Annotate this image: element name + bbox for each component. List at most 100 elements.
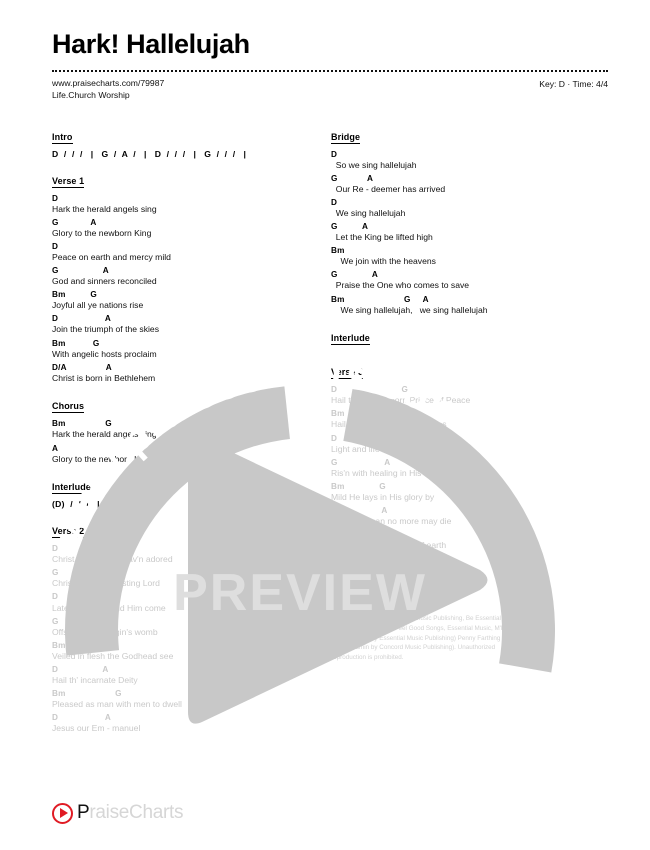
section-interlude: Interlude (331, 328, 608, 350)
section-verse-2: Verse 2 D Christ by highest heav'n adored G… (52, 521, 329, 735)
chord-line: Bm (331, 246, 345, 256)
song-url: www.praisecharts.com/79987 (52, 77, 165, 88)
lyric-line: Glory to the newborn King (52, 453, 152, 464)
chord-line: D (52, 544, 59, 554)
chord-line: Bm G (331, 481, 386, 491)
lyric-line: Our Re - deemer has arrived (331, 183, 446, 194)
copyright-notice: © Be Essential Songs, Bethel Music Publi… (331, 615, 542, 662)
chord-line: G A (331, 457, 391, 467)
chord-line: D (331, 197, 338, 207)
header-divider (52, 69, 608, 72)
chord-line: A (52, 443, 59, 453)
chord-line: Bm G A (331, 294, 429, 304)
section-heading: Bridge (331, 131, 361, 144)
chord-line: G A (331, 270, 379, 280)
section-heading: Verse 1 (52, 175, 85, 188)
lyric-line: Praise the One who comes to save (331, 280, 470, 291)
chord-line: D (52, 241, 59, 251)
lyric-line: Joyful all ye nations rise (52, 300, 144, 311)
lyric-line: Veiled in flesh the Godhead see (52, 650, 174, 661)
lyric-line: Hail th' incarnate Deity (52, 675, 138, 685)
song-artist: Life.Church Worship (52, 90, 130, 101)
chord-line (331, 577, 608, 588)
chord-bar-line: D / / / | G / A / | D / / / | G / / / | (52, 148, 247, 159)
section-heading: Interlude (331, 333, 370, 346)
chord-line: D (52, 193, 59, 203)
lyric-line: (2x) (331, 588, 394, 599)
lyric-line: Christ the ever - lasting Lord (52, 578, 160, 589)
chord-line: G A (52, 616, 109, 626)
lyric-line: We join with the heavens (331, 256, 436, 267)
chord-line: D A (331, 505, 388, 515)
lyric-line: Ris'n with healing in His wings (331, 467, 446, 478)
section-heading: Intro (52, 131, 73, 144)
chord-line: Bm G (52, 290, 97, 300)
chord-line: D A (52, 314, 111, 324)
lyric-line: Hail the Son of Righteousness (331, 419, 447, 430)
lyric-line: Christ is born in Bethlehem (52, 372, 156, 383)
chord-line: D G (331, 385, 409, 395)
lyric-line: Hark the herald angels sing (52, 429, 157, 440)
chord-line: Bm G (52, 419, 112, 429)
lyric-line: We sing hallelujah, we sing hallelujah (331, 304, 488, 315)
section-bridge: Bridge D So we sing hallelujah G A Our Re … (331, 127, 608, 317)
song-meta: www.praisecharts.com/79987 Life.Church W… (52, 77, 608, 102)
lyric-line: Let the King be lifted high (331, 232, 433, 243)
section-heading: Verse 2 (52, 526, 85, 539)
lyric-line: Pleased as man with men to dwell (52, 699, 182, 710)
chord-line: G A (52, 568, 119, 578)
section-intro: Intro D / / / | G / A / | D / / / | G / /… (52, 127, 329, 159)
chord-line: D (331, 149, 338, 159)
section-interlude: Interlude (D) / / / | G / / / | (52, 477, 329, 509)
lyric-line: So we sing hallelujah (331, 159, 417, 170)
praisecharts-logo[interactable]: PraiseCharts (52, 802, 184, 824)
chord-line: Bm G (52, 640, 110, 650)
lyric-line: We sing hallelujah (331, 207, 406, 218)
key-time-signature: Key: D · Time: 4/4 (539, 78, 608, 89)
lyric-line: Mild He lays in His glory by (331, 491, 435, 502)
lyric-line: Christ by highest heav'n adored (52, 554, 173, 565)
chord-line: G A (52, 266, 109, 276)
logo-wordmark: PraiseCharts (77, 802, 184, 823)
lyric-line: Born that man no more may die (331, 516, 452, 527)
lyric-line: With angelic hosts proclaim (52, 348, 157, 359)
chord-chart-page: Hark! Hallelujah www.praisecharts.com/79… (0, 0, 650, 850)
lyric-line: Join the triumph of the skies (52, 324, 159, 335)
lyric-line: Hail the heav'n born Prince of Peace (331, 395, 471, 406)
chord-line: G A (331, 173, 374, 183)
lyric-line: Peace on earth and mercy mild (52, 251, 171, 262)
lyric-line: Glory to the newborn King (52, 227, 152, 238)
section-heading: Verse 3 (331, 367, 364, 380)
section-chorus: Chorus Bm G Hark the herald angels sing A Gl… (52, 396, 329, 465)
chord-line: D/A A (52, 362, 112, 372)
lyric-line: Born to give them second birth (331, 564, 448, 575)
lyric-line: Late in time behold Him come (52, 602, 166, 613)
chord-line: Bm G (52, 689, 122, 699)
chord-line: G A (52, 217, 97, 227)
page-title: Hark! Hallelujah (52, 29, 250, 59)
chord-line: D A (52, 664, 109, 674)
chord-line: G A (331, 222, 369, 232)
lyric-line: Offspring of a virgin's womb (52, 626, 158, 637)
chord-line: Bm G (331, 530, 391, 540)
chord-line: D A (52, 713, 111, 723)
song-header: Hark! Hallelujah www.praisecharts.com/79… (52, 29, 608, 102)
chord-line: Bm G (331, 409, 394, 419)
lyric-line: Light and life to all He brings (331, 443, 440, 454)
section-verse-3: Verse 3 D G Hail the heav'n born Prince of… (331, 362, 608, 600)
chord-line: D (52, 592, 59, 602)
section-heading: Chorus (52, 401, 85, 414)
chord-line: D (331, 433, 338, 443)
left-column: Intro D / / / | G / A / | D / / / | G / /… (52, 127, 329, 747)
lyric-line: Hark the herald angels sing (52, 203, 157, 214)
chord-line: Bm G (52, 338, 100, 348)
lyric-line: God and sinners reconciled (52, 276, 157, 287)
lyric-line: Born to raise the sons of earth (331, 540, 447, 551)
section-heading: Interlude (52, 482, 91, 495)
chord-bar-line: (D) / / / | G / / / | (52, 499, 150, 510)
section-verse-1: Verse 1 D Hark the herald angels sing G A Gl… (52, 171, 329, 385)
chord-line: D A (331, 554, 385, 564)
chart-columns: Intro D / / / | G / A / | D / / / | G / /… (52, 127, 608, 747)
play-icon (52, 802, 73, 824)
right-column: Bridge D So we sing hallelujah G A Our Re … (331, 127, 608, 747)
